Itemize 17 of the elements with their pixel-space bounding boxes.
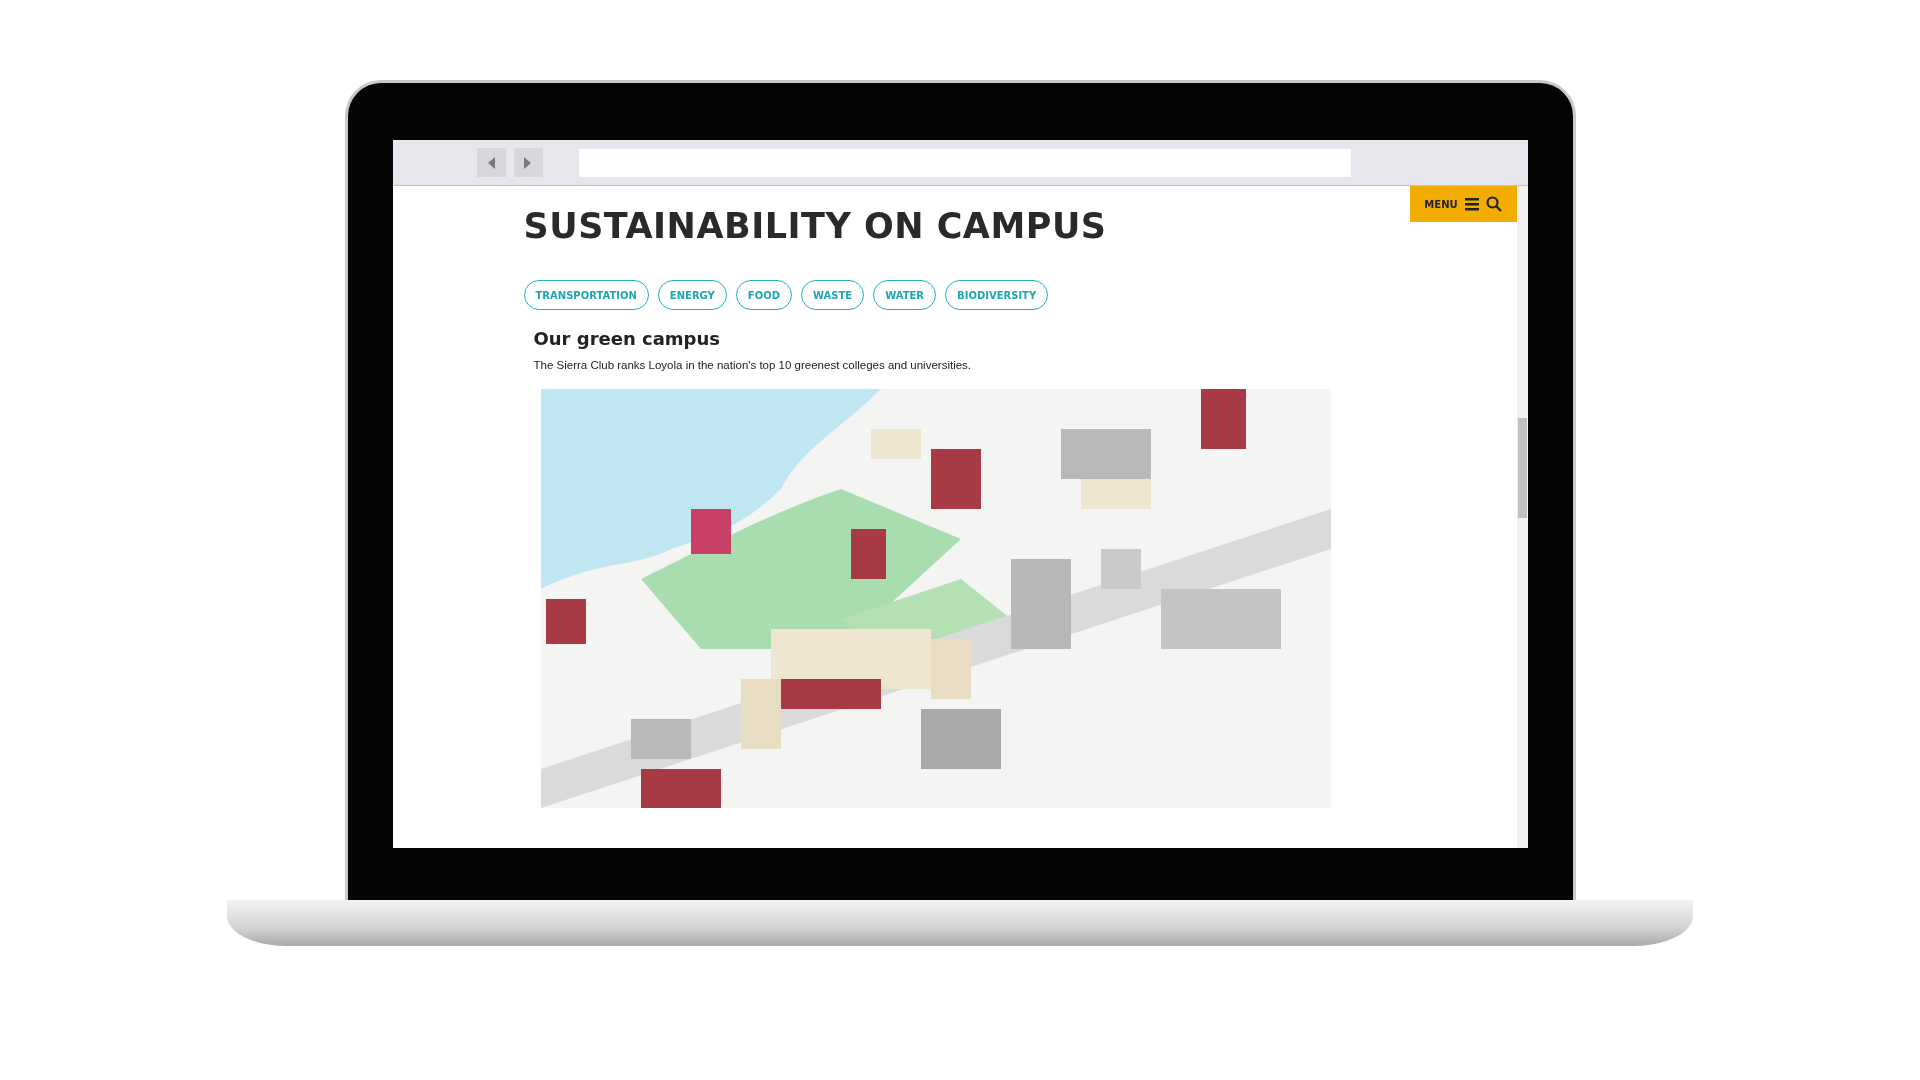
scrollbar[interactable]	[1516, 186, 1528, 848]
topic-tag-button[interactable]: WASTE	[800, 280, 865, 310]
back-button[interactable]	[476, 148, 506, 177]
menu-icon	[1464, 197, 1479, 211]
section-text: The Sierra Club ranks Loyola in the nation's top 10 greenest colleges and universities.	[533, 359, 973, 371]
topic-tag-button[interactable]: ENERGY	[657, 280, 727, 310]
forward-arrow-icon	[523, 155, 533, 170]
menu-button[interactable]: MENU	[1409, 186, 1517, 222]
forward-button[interactable]	[513, 148, 543, 177]
topic-tag-button[interactable]: FOOD	[735, 280, 792, 310]
topic-tag-button[interactable]: WATER	[873, 280, 937, 310]
section-heading: Our green campus	[533, 328, 721, 349]
back-arrow-icon	[486, 155, 496, 170]
topic-tag-button[interactable]: BIODIVERSITY	[945, 280, 1049, 310]
topic-tag-button[interactable]: TRANSPORTATION	[523, 280, 649, 310]
page-title: SUSTAINABILITY ON CAMPUS	[523, 206, 1108, 246]
search-icon	[1485, 196, 1502, 212]
